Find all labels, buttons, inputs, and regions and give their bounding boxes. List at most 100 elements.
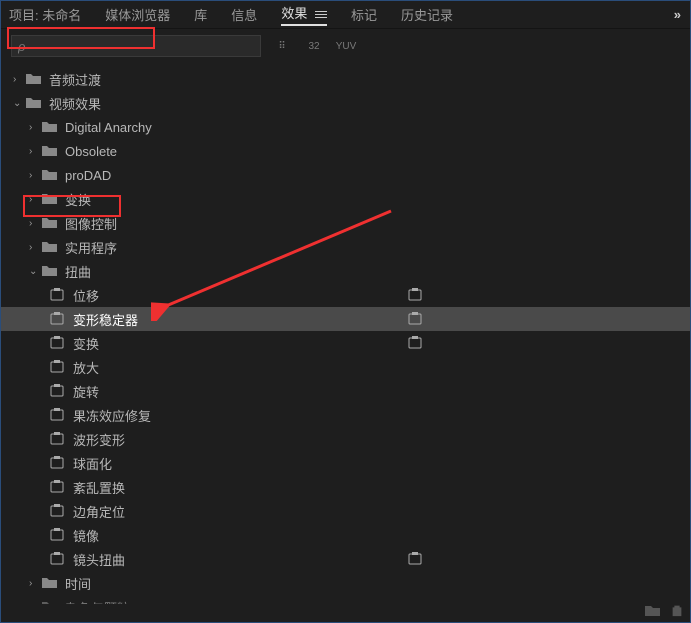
tree-label: 视频效果 (49, 94, 101, 113)
tree-label: 镜像 (73, 526, 99, 545)
project-name: 未命名 (42, 8, 81, 23)
tree-folder-prodad[interactable]: › proDAD (1, 163, 690, 187)
tree-label: 放大 (73, 358, 99, 377)
filter-yuv-icon[interactable]: YUV (335, 37, 357, 55)
twisty-collapsed-icon[interactable]: › (29, 122, 41, 133)
tree-label: Digital Anarchy (65, 120, 152, 135)
tree-effect-spherize[interactable]: 球面化 (1, 451, 690, 475)
accelerated-badge-icon (407, 288, 425, 302)
tree-label: 图像控制 (65, 214, 117, 233)
effect-icon (49, 456, 67, 470)
twisty-expanded-icon[interactable]: ⌄ (29, 266, 41, 277)
tree-label: 音频过渡 (49, 70, 101, 89)
twisty-collapsed-icon[interactable]: › (29, 242, 41, 253)
folder-icon (41, 264, 59, 278)
tree-effect-mirror[interactable]: 镜像 (1, 523, 690, 547)
tree-label: 果冻效应修复 (73, 406, 151, 425)
tree-folder-image-control[interactable]: › 图像控制 (1, 211, 690, 235)
delete-button[interactable] (670, 603, 684, 620)
tree-label: Obsolete (65, 144, 117, 159)
tree-folder-time[interactable]: › 时间 (1, 571, 690, 595)
tree-folder-video-effects[interactable]: ⌄ 视频效果 (1, 91, 690, 115)
tree-label: 变换 (65, 190, 91, 209)
tree-label: proDAD (65, 168, 111, 183)
tab-markers[interactable]: 标记 (351, 5, 377, 24)
effect-icon (49, 480, 67, 494)
tree-effect-corner-pin[interactable]: 边角定位 (1, 499, 690, 523)
tree-effect-turbulent-displace[interactable]: 紊乱置换 (1, 475, 690, 499)
tree-folder-distort[interactable]: ⌄ 扭曲 (1, 259, 690, 283)
tabs-overflow-button[interactable]: » (674, 7, 682, 22)
twisty-collapsed-icon[interactable]: › (29, 218, 41, 229)
tab-library[interactable]: 库 (194, 5, 207, 24)
folder-icon (41, 192, 59, 206)
tree-label: 时间 (65, 574, 91, 593)
tab-project[interactable]: 项目: 未命名 (9, 5, 81, 24)
project-label: 项目: (9, 8, 39, 23)
twisty-collapsed-icon[interactable]: › (29, 194, 41, 205)
effect-icon (49, 288, 67, 302)
tree-effect-offset[interactable]: 位移 (1, 283, 690, 307)
tree-effect-warp-stabilizer[interactable]: 变形稳定器 (1, 307, 690, 331)
tree-folder-utility[interactable]: › 实用程序 (1, 235, 690, 259)
effect-icon (49, 504, 67, 518)
tree-folder-digital-anarchy[interactable]: › Digital Anarchy (1, 115, 690, 139)
tree-label: 实用程序 (65, 238, 117, 257)
tree-effect-lens-distortion[interactable]: 镜头扭曲 (1, 547, 690, 571)
twisty-collapsed-icon[interactable]: › (29, 146, 41, 157)
search-input[interactable] (11, 35, 261, 57)
tab-info[interactable]: 信息 (231, 5, 257, 24)
new-bin-button[interactable] (644, 603, 660, 620)
tree-folder-transform[interactable]: › 变换 (1, 187, 690, 211)
folder-icon (25, 72, 43, 86)
tree-label: 旋转 (73, 382, 99, 401)
filter-32bit-icon[interactable]: 32 (303, 37, 325, 55)
panel-menu-icon[interactable] (315, 11, 327, 18)
panel-tab-bar: 项目: 未命名 媒体浏览器 库 信息 效果 标记 历史记录 » (1, 1, 690, 29)
tree-label: 镜头扭曲 (73, 550, 125, 569)
tree-label: 边角定位 (73, 502, 125, 521)
tree-effect-magnify[interactable]: 放大 (1, 355, 690, 379)
accelerated-badge-icon (407, 336, 425, 350)
tree-label: 波形变形 (73, 430, 125, 449)
twisty-expanded-icon[interactable]: ⌄ (13, 98, 25, 109)
tree-folder-noise-grain[interactable]: › 杂色与颗粒 (1, 595, 690, 604)
folder-icon (41, 240, 59, 254)
folder-icon (41, 120, 59, 134)
folder-icon (41, 576, 59, 590)
tree-folder-audio-transitions[interactable]: › 音频过渡 (1, 67, 690, 91)
folder-icon (41, 600, 59, 604)
tree-label: 位移 (73, 286, 99, 305)
tree-label: 变换 (73, 334, 99, 353)
accelerated-badge-icon (407, 312, 425, 326)
twisty-collapsed-icon[interactable]: › (29, 578, 41, 589)
filter-accelerated-icon[interactable]: ⠿ (271, 37, 293, 55)
effect-icon (49, 360, 67, 374)
tree-effect-twirl[interactable]: 旋转 (1, 379, 690, 403)
accelerated-badge-icon (407, 552, 425, 566)
twisty-collapsed-icon[interactable]: › (29, 170, 41, 181)
tab-history[interactable]: 历史记录 (401, 5, 453, 24)
tree-folder-obsolete[interactable]: › Obsolete (1, 139, 690, 163)
effect-icon (49, 552, 67, 566)
effect-icon (49, 528, 67, 542)
effect-icon (49, 336, 67, 350)
effect-icon (49, 408, 67, 422)
twisty-collapsed-icon[interactable]: › (29, 602, 41, 605)
effect-icon (49, 312, 67, 326)
tree-effect-wave-warp[interactable]: 波形变形 (1, 427, 690, 451)
effect-icon (49, 384, 67, 398)
tree-effect-rolling-shutter[interactable]: 果冻效应修复 (1, 403, 690, 427)
tree-label: 杂色与颗粒 (65, 598, 130, 605)
effect-icon (49, 432, 67, 446)
folder-icon (41, 168, 59, 182)
effects-tree[interactable]: › 音频过渡 ⌄ 视频效果 › Digital Anarchy › Obsole… (1, 63, 690, 604)
folder-icon (41, 144, 59, 158)
panel-bottom-bar (644, 603, 684, 620)
tab-media-browser[interactable]: 媒体浏览器 (105, 5, 170, 24)
tab-effects-label: 效果 (281, 6, 307, 21)
tree-effect-transform[interactable]: 变换 (1, 331, 690, 355)
folder-icon (25, 96, 43, 110)
twisty-collapsed-icon[interactable]: › (13, 74, 25, 85)
tab-effects[interactable]: 效果 (281, 3, 327, 26)
